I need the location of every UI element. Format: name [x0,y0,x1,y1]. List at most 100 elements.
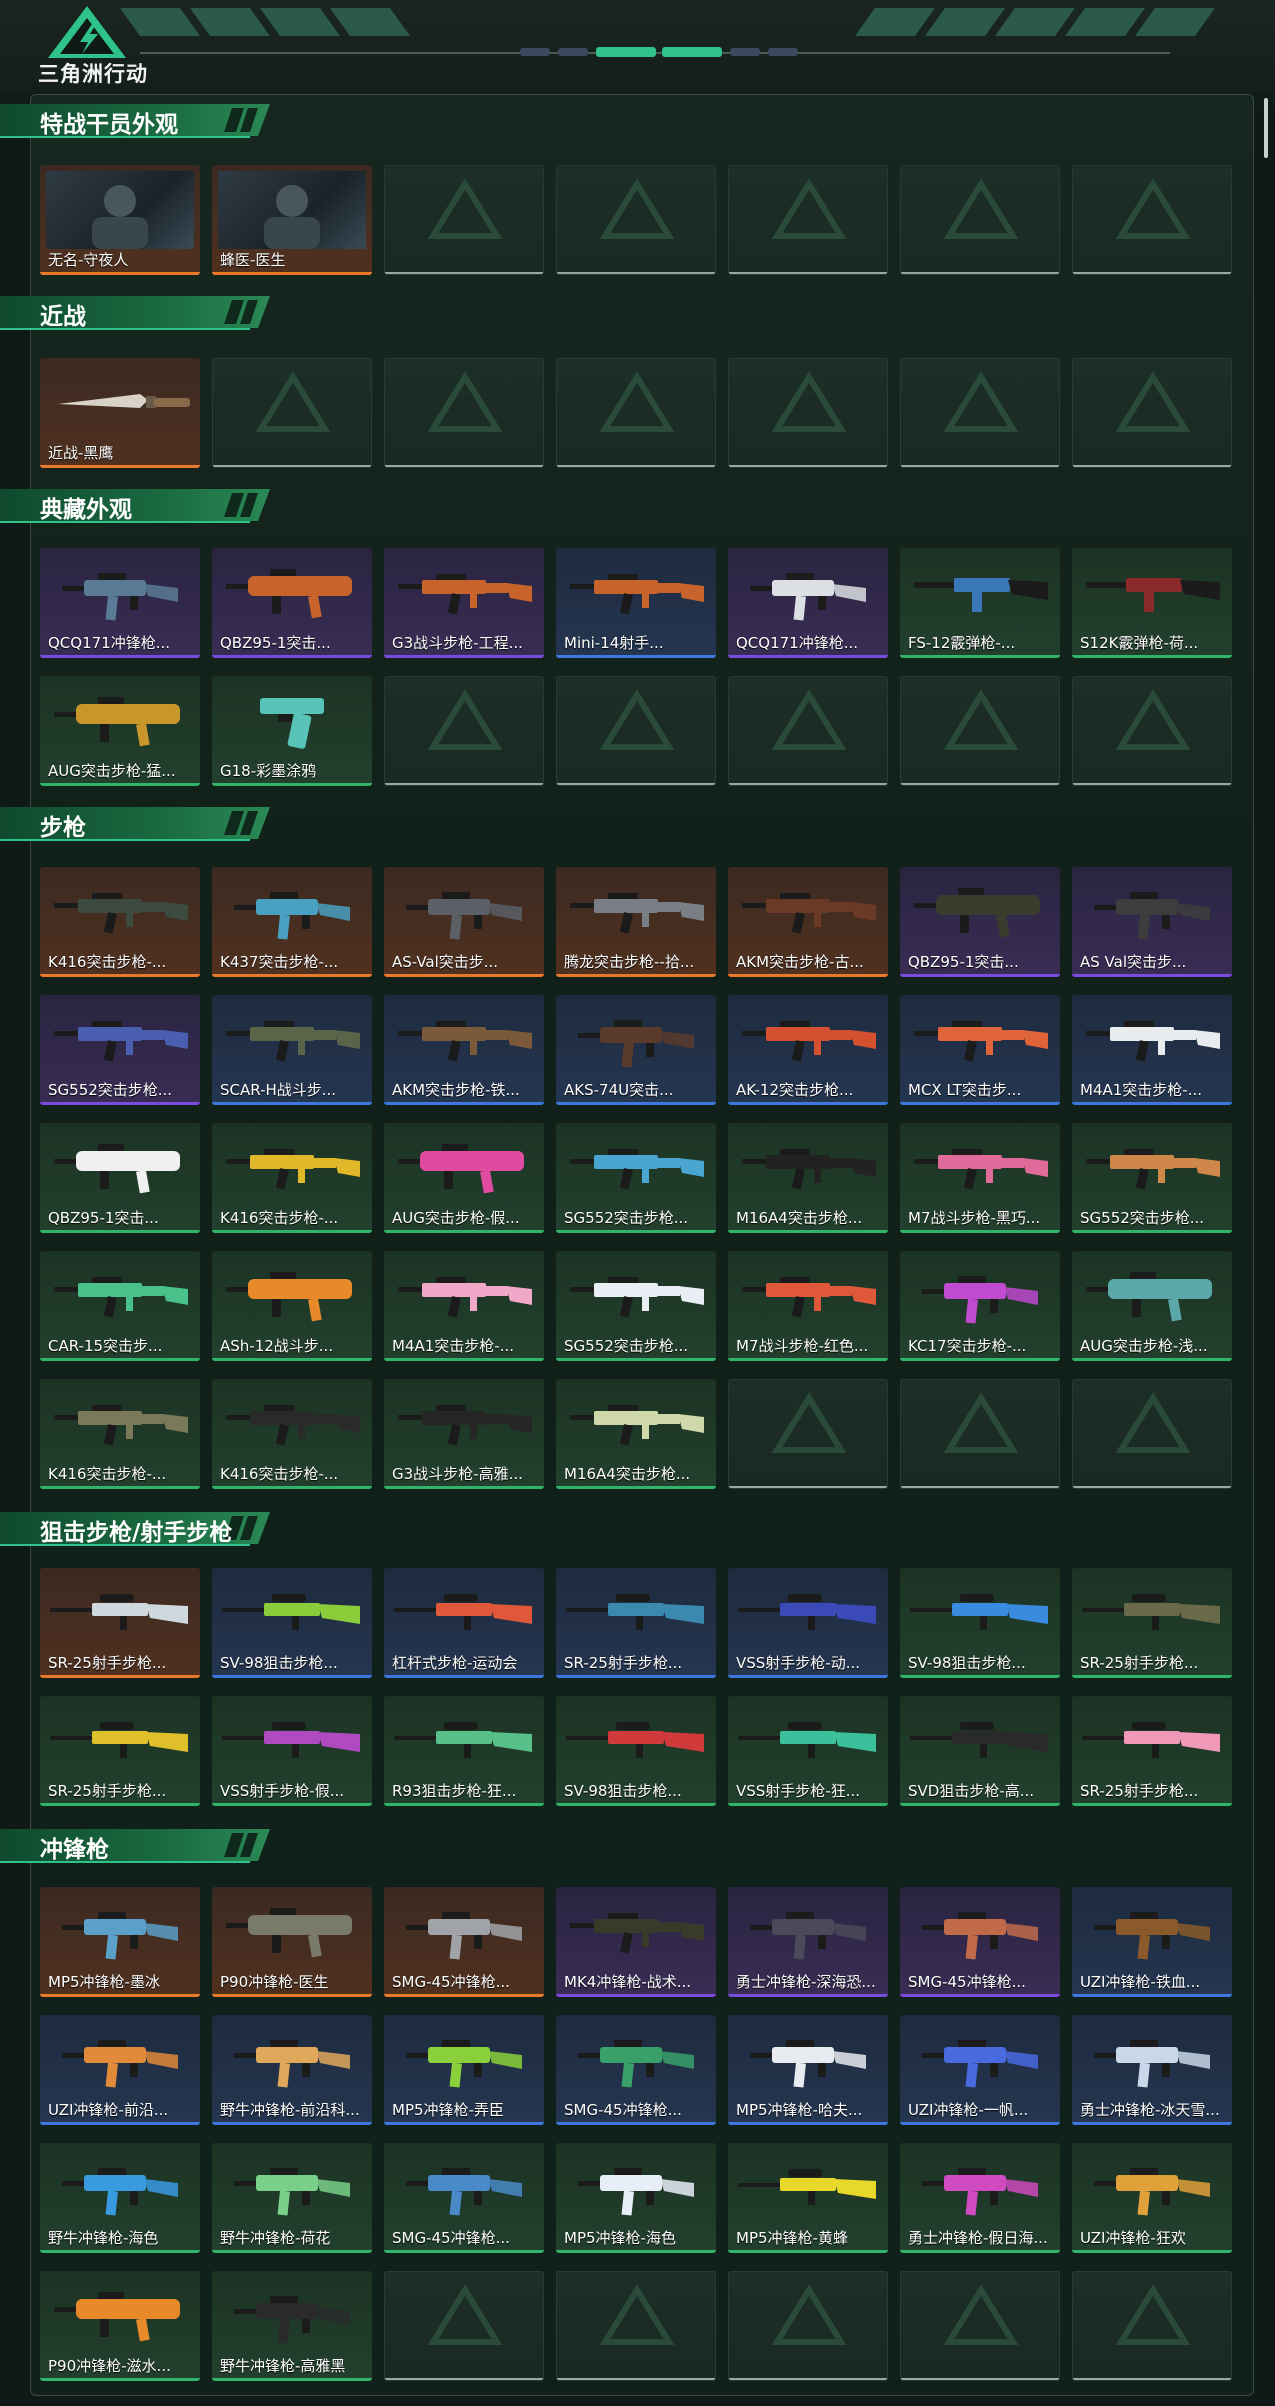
section-header: 步枪 [0,803,285,843]
skin-card[interactable]: G3战斗步枪-高雅... [384,1379,544,1489]
rarity-bar [40,272,200,275]
skin-card[interactable]: 蜂医-医生 [212,165,372,275]
rarity-bar [212,272,372,275]
skin-card[interactable]: VSS射手步枪-动... [728,1568,888,1678]
skin-name: UZI冲锋枪-一帆... [908,2101,1029,2119]
skin-card[interactable]: AKM突击步枪-铁... [384,995,544,1105]
skin-name: SV-98狙击步枪... [220,1654,338,1672]
skin-card[interactable]: 勇士冲锋枪-冰天雪... [1072,2015,1232,2125]
skin-card[interactable]: SG552突击步枪... [40,995,200,1105]
skin-card[interactable]: AUG突击步枪-浅... [1072,1251,1232,1361]
skin-card[interactable]: MK4冲锋枪-战术... [556,1887,716,1997]
skin-card[interactable]: 勇士冲锋枪-假日海... [900,2143,1060,2253]
skin-card[interactable]: M7战斗步枪-黑巧... [900,1123,1060,1233]
skin-card[interactable]: P90冲锋枪-医生 [212,1887,372,1997]
skin-card[interactable]: Mini-14射手... [556,548,716,658]
skin-card[interactable]: SR-25射手步枪... [1072,1568,1232,1678]
skin-card[interactable]: SMG-45冲锋枪... [384,2143,544,2253]
skin-card[interactable]: 勇士冲锋枪-深海恐... [728,1887,888,1997]
skin-card[interactable]: K416突击步枪-... [212,1123,372,1233]
skin-card[interactable]: CAR-15突击步... [40,1251,200,1361]
skin-card[interactable]: AUG突击步枪-猛... [40,676,200,786]
weapon-icon [406,1912,522,1960]
skin-card[interactable]: M7战斗步枪-红色... [728,1251,888,1361]
skin-card[interactable]: SV-98狙击步枪... [556,1696,716,1806]
skin-card[interactable]: 野牛冲锋枪-高雅黑 [212,2271,372,2381]
skin-card[interactable]: SV-98狙击步枪... [900,1568,1060,1678]
skin-card[interactable]: SVD狙击步枪-高... [900,1696,1060,1806]
skin-card[interactable]: M4A1突击步枪-... [1072,995,1232,1105]
skin-card[interactable]: 野牛冲锋枪-海色 [40,2143,200,2253]
skin-card[interactable]: MP5冲锋枪-黄蜂 [728,2143,888,2253]
rarity-bar [212,655,372,658]
skin-name: G3战斗步枪-高雅... [392,1465,523,1483]
skin-name: MK4冲锋枪-战术... [564,1973,692,1991]
skin-card[interactable]: G3战斗步枪-工程... [384,548,544,658]
rarity-bar [40,1102,200,1105]
skin-card[interactable]: SV-98狙击步枪... [212,1568,372,1678]
skin-card[interactable]: AK-12突击步枪... [728,995,888,1105]
skin-card[interactable]: MP5冲锋枪-墨冰 [40,1887,200,1997]
skin-card[interactable]: MP5冲锋枪-海色 [556,2143,716,2253]
skin-card[interactable]: AS Val突击步... [1072,867,1232,977]
skin-card[interactable]: P90冲锋枪-滋水... [40,2271,200,2381]
skin-card[interactable]: UZI冲锋枪-狂欢 [1072,2143,1232,2253]
skin-card[interactable]: AS-Val突击步... [384,867,544,977]
skin-card[interactable]: VSS射手步枪-狂... [728,1696,888,1806]
scrollbar[interactable] [1263,98,1269,158]
skin-card[interactable]: SG552突击步枪... [556,1123,716,1233]
skin-card[interactable]: AUG突击步枪-假... [384,1123,544,1233]
slot-underline [1073,1486,1231,1488]
rarity-bar [384,1675,544,1678]
skin-card[interactable]: SMG-45冲锋枪... [384,1887,544,1997]
slot-underline [729,783,887,785]
skin-card[interactable]: QCQ171冲锋枪... [40,548,200,658]
skin-card[interactable]: 杠杆式步枪-运动会 [384,1568,544,1678]
skin-card[interactable]: 野牛冲锋枪-荷花 [212,2143,372,2253]
skin-card[interactable]: SMG-45冲锋枪... [900,1887,1060,1997]
skin-card[interactable]: SCAR-H战斗步... [212,995,372,1105]
skin-card[interactable]: K416突击步枪-... [212,1379,372,1489]
skin-card[interactable]: R93狙击步枪-狂... [384,1696,544,1806]
skin-card[interactable]: K437突击步枪-... [212,867,372,977]
skin-name: G18-彩墨涂鸦 [220,762,317,780]
skin-card[interactable]: ASh-12战斗步... [212,1251,372,1361]
skin-card[interactable]: SMG-45冲锋枪... [556,2015,716,2125]
top-divider [140,47,1170,57]
skin-card[interactable]: FS-12霰弹枪-... [900,548,1060,658]
skin-card[interactable]: 近战-黑鹰 [40,358,200,468]
skin-card[interactable]: UZI冲锋枪-前沿... [40,2015,200,2125]
skin-card[interactable]: QCQ171冲锋枪... [728,548,888,658]
skin-card[interactable]: MCX LT突击步... [900,995,1060,1105]
delta-watermark-icon [771,689,847,750]
skin-card[interactable]: SR-25射手步枪... [40,1568,200,1678]
empty-slot [900,2271,1060,2381]
skin-card[interactable]: 野牛冲锋枪-前沿科... [212,2015,372,2125]
skin-card[interactable]: G18-彩墨涂鸦 [212,676,372,786]
skin-card[interactable]: K416突击步枪-... [40,867,200,977]
skin-card[interactable]: AKS-74U突击... [556,995,716,1105]
weapon-icon [570,1149,704,1190]
skin-card[interactable]: SR-25射手步枪... [40,1696,200,1806]
skin-card[interactable]: 腾龙突击步枪--拾... [556,867,716,977]
skin-card[interactable]: S12K霰弹枪-荷... [1072,548,1232,658]
skin-card[interactable]: K416突击步枪-... [40,1379,200,1489]
skin-card[interactable]: M16A4突击步枪... [556,1379,716,1489]
skin-card[interactable]: QBZ95-1突击... [212,548,372,658]
skin-card[interactable]: SR-25射手步枪... [1072,1696,1232,1806]
skin-card[interactable]: VSS射手步枪-假... [212,1696,372,1806]
skin-card[interactable]: QBZ95-1突击... [900,867,1060,977]
skin-card[interactable]: SG552突击步枪... [556,1251,716,1361]
skin-card[interactable]: AKM突击步枪-古... [728,867,888,977]
skin-card[interactable]: SG552突击步枪... [1072,1123,1232,1233]
skin-card[interactable]: QBZ95-1突击... [40,1123,200,1233]
skin-card[interactable]: MP5冲锋枪-哈夫... [728,2015,888,2125]
skin-card[interactable]: M16A4突击步枪... [728,1123,888,1233]
skin-card[interactable]: KC17突击步枪-... [900,1251,1060,1361]
skin-card[interactable]: UZI冲锋枪-铁血... [1072,1887,1232,1997]
skin-card[interactable]: UZI冲锋枪-一帆... [900,2015,1060,2125]
skin-card[interactable]: MP5冲锋枪-弄臣 [384,2015,544,2125]
skin-card[interactable]: M4A1突击步枪-... [384,1251,544,1361]
skin-card[interactable]: SR-25射手步枪... [556,1568,716,1678]
skin-card[interactable]: 无名-守夜人 [40,165,200,275]
